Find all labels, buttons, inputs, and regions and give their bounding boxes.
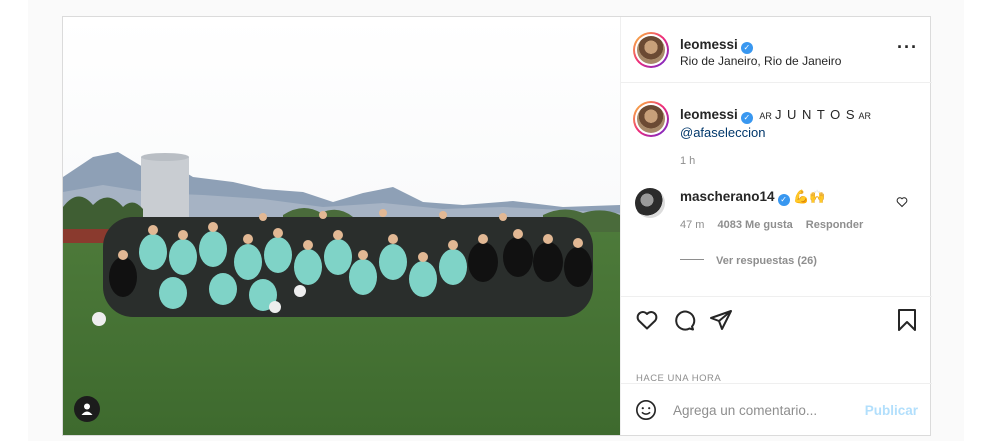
commenter-username[interactable]: mascherano14 [680, 189, 775, 204]
instagram-post: leomessi ✓ Rio de Janeiro, Rio de Janeiro… [62, 16, 932, 436]
more-options-icon[interactable]: ··· [897, 37, 918, 58]
commenter-avatar[interactable] [635, 188, 665, 218]
comments-section: leomessi ✓ AR J U N T O S AR @afaseleccion … [621, 83, 932, 297]
save-bookmark-icon[interactable] [896, 308, 918, 332]
page-margin-left [0, 0, 28, 441]
flag-ar-right: AR [858, 111, 872, 121]
post-photo[interactable] [63, 17, 620, 435]
post-header: leomessi ✓ Rio de Janeiro, Rio de Janeiro… [621, 17, 932, 83]
like-heart-icon[interactable] [635, 308, 659, 332]
comment-text: 💪🙌 [793, 189, 826, 204]
comment-likes[interactable]: 4083 Me gusta [718, 219, 793, 231]
caption: leomessi ✓ AR J U N T O S AR [680, 107, 920, 124]
tagged-users-button[interactable] [74, 396, 100, 422]
post-location[interactable]: Rio de Janeiro, Rio de Janeiro [680, 54, 841, 68]
verified-badge-icon: ✓ [777, 194, 790, 206]
add-comment-bar: Agrega un comentario... Publicar [621, 383, 932, 435]
caption-author-avatar[interactable] [633, 101, 669, 137]
page-margin-right [964, 0, 992, 441]
view-replies-label[interactable]: Ver respuestas (26) [716, 255, 817, 267]
emoji-picker-icon[interactable] [635, 399, 657, 421]
post-side-panel: leomessi ✓ Rio de Janeiro, Rio de Janeiro… [620, 17, 932, 435]
comment-time: 47 m [680, 219, 705, 231]
team-photo-image [63, 17, 620, 435]
verified-badge-icon: ✓ [740, 112, 753, 124]
flag-ar-left: AR [759, 111, 772, 121]
reply-button[interactable]: Responder [806, 219, 863, 231]
caption-time: 1 h [680, 155, 696, 167]
comment-icon[interactable] [672, 308, 696, 332]
comment-meta: 47 m 4083 Me gusta Responder [680, 219, 863, 231]
replies-divider [680, 259, 704, 261]
author-avatar[interactable] [633, 32, 669, 68]
comment: mascherano14 ✓ 💪🙌 [680, 189, 826, 206]
view-replies[interactable]: Ver respuestas (26) [680, 251, 817, 269]
verified-badge-icon: ✓ [740, 42, 753, 54]
caption-username[interactable]: leomessi [680, 107, 738, 122]
user-icon [81, 403, 93, 415]
like-comment-heart-icon[interactable] [896, 196, 908, 208]
publish-button[interactable]: Publicar [865, 403, 918, 418]
author-username[interactable]: leomessi [680, 37, 738, 52]
share-icon[interactable] [709, 308, 733, 332]
mention-link[interactable]: @afaseleccion [680, 125, 765, 140]
comment-input[interactable]: Agrega un comentario... [673, 403, 817, 418]
caption-text: J U N T O S [774, 107, 856, 122]
